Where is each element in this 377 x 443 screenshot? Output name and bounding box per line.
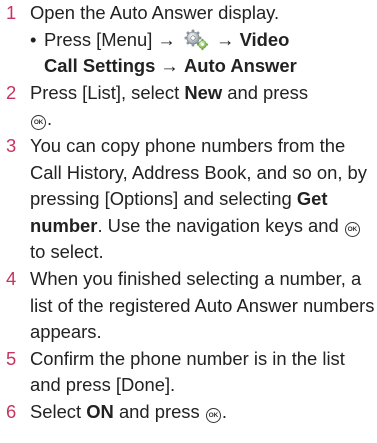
instruction-steps: 1 Open the Auto Answer display. • Press … [0, 0, 377, 426]
step-text: and press [113, 400, 205, 422]
step-number: 5 [6, 347, 17, 369]
step-6: 6 Select ON and press OK. [0, 399, 377, 426]
ok-key-icon: OK [31, 115, 46, 131]
step-text: . [47, 108, 53, 130]
step-number: 1 [6, 2, 17, 23]
step-number: 4 [6, 267, 17, 289]
step-text: Press [List], select [30, 81, 185, 103]
step-text: Open the Auto Answer display. [30, 2, 280, 23]
ok-key-icon: OK [344, 221, 360, 237]
step-5: 5 Confirm the phone number is in the lis… [0, 346, 377, 399]
step-bold-term: ON [86, 400, 114, 422]
bullet-text-start: Press [Menu] → [44, 28, 181, 50]
step-text: to select. [30, 241, 104, 263]
settings-gear-icon [183, 29, 209, 51]
bullet-dot: • [30, 28, 37, 50]
step-bold-term: New [184, 81, 223, 103]
step-text: . Use the navigation keys and [97, 214, 344, 236]
step-1: 1 Open the Auto Answer display. • Press … [0, 0, 377, 80]
step-3: 3 You can copy phone numbers from the Ca… [0, 133, 377, 266]
step-text: When you finished selecting a number, a … [30, 267, 375, 343]
step-number: 2 [6, 81, 17, 103]
ok-key-icon: OK [205, 407, 221, 423]
step-text: . [221, 400, 227, 422]
menu-path-video: Video [239, 28, 290, 50]
step-4: 4 When you finished selecting a number, … [0, 266, 377, 346]
step-2: 2 Press [List], select New and press OK. [0, 80, 377, 133]
menu-arrow-2: → [155, 55, 185, 77]
sub-bullet: • Press [Menu] → → Video Call Settings →… [30, 27, 377, 80]
step-number: 3 [6, 134, 17, 156]
menu-path-call-settings: Call Settings [44, 55, 156, 77]
step-text: Confirm the phone number is in the list … [30, 347, 345, 396]
step-text: and press [222, 81, 309, 103]
menu-arrow: → [210, 28, 240, 50]
menu-path-auto-answer: Auto Answer [184, 55, 297, 77]
step-number: 6 [6, 400, 17, 422]
step-text: Select [30, 400, 87, 422]
